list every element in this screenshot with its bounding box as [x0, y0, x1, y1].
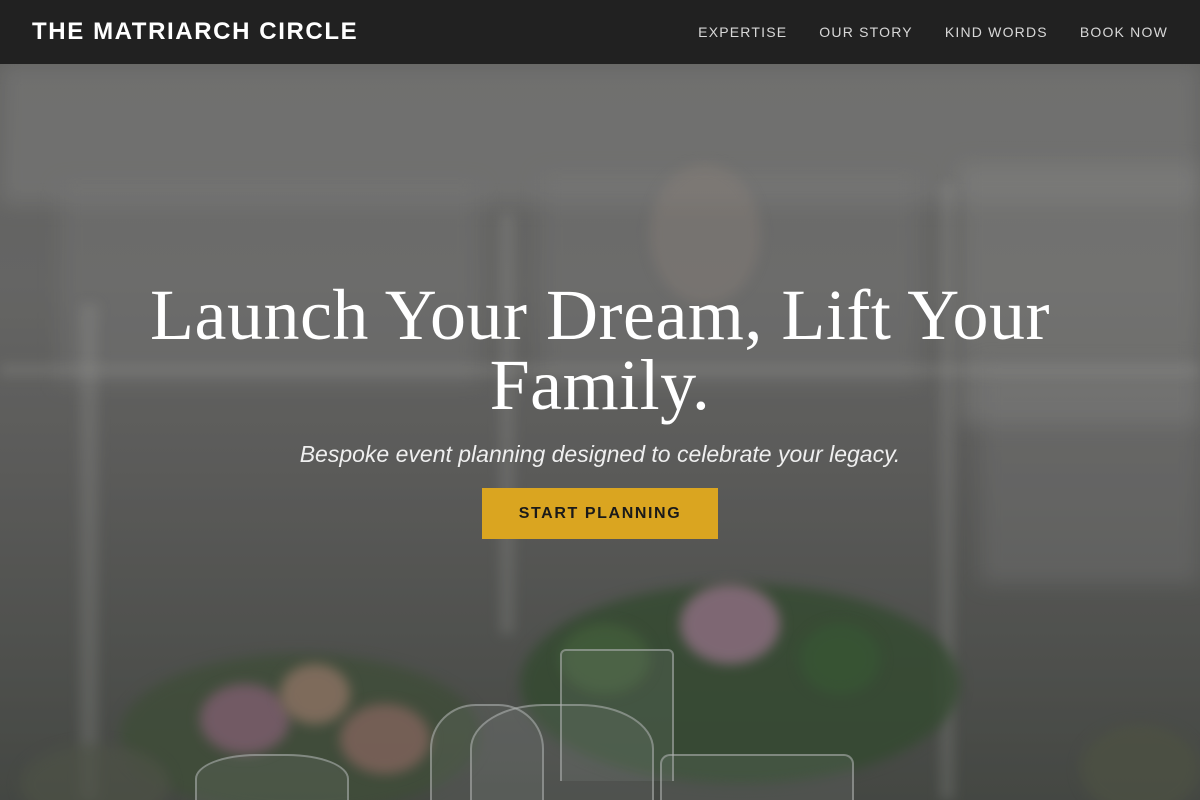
- brand-logo-link[interactable]: THE MATRIARCH CIRCLE: [32, 18, 358, 46]
- hero-section: Launch Your Dream, Lift Your Family. Bes…: [0, 64, 1200, 800]
- hero-subtitle: Bespoke event planning designed to celeb…: [299, 441, 901, 467]
- nav-link-our-story[interactable]: OUR STORY: [819, 24, 913, 40]
- hero-title: Launch Your Dream, Lift Your Family.: [150, 275, 1050, 425]
- landing-page: THE MATRIARCH CIRCLE EXPERTISE OUR STORY…: [0, 0, 1200, 800]
- nav-link-kind-words[interactable]: KIND WORDS: [945, 24, 1048, 40]
- nav-link-book-now[interactable]: BOOK NOW: [1080, 24, 1168, 40]
- hero-content: Launch Your Dream, Lift Your Family. Bes…: [0, 275, 1200, 539]
- top-navbar: THE MATRIARCH CIRCLE EXPERTISE OUR STORY…: [0, 0, 1200, 64]
- start-planning-button[interactable]: START PLANNING: [482, 488, 718, 539]
- nav-links: EXPERTISE OUR STORY KIND WORDS BOOK NOW: [698, 24, 1168, 40]
- nav-link-expertise[interactable]: EXPERTISE: [698, 24, 787, 40]
